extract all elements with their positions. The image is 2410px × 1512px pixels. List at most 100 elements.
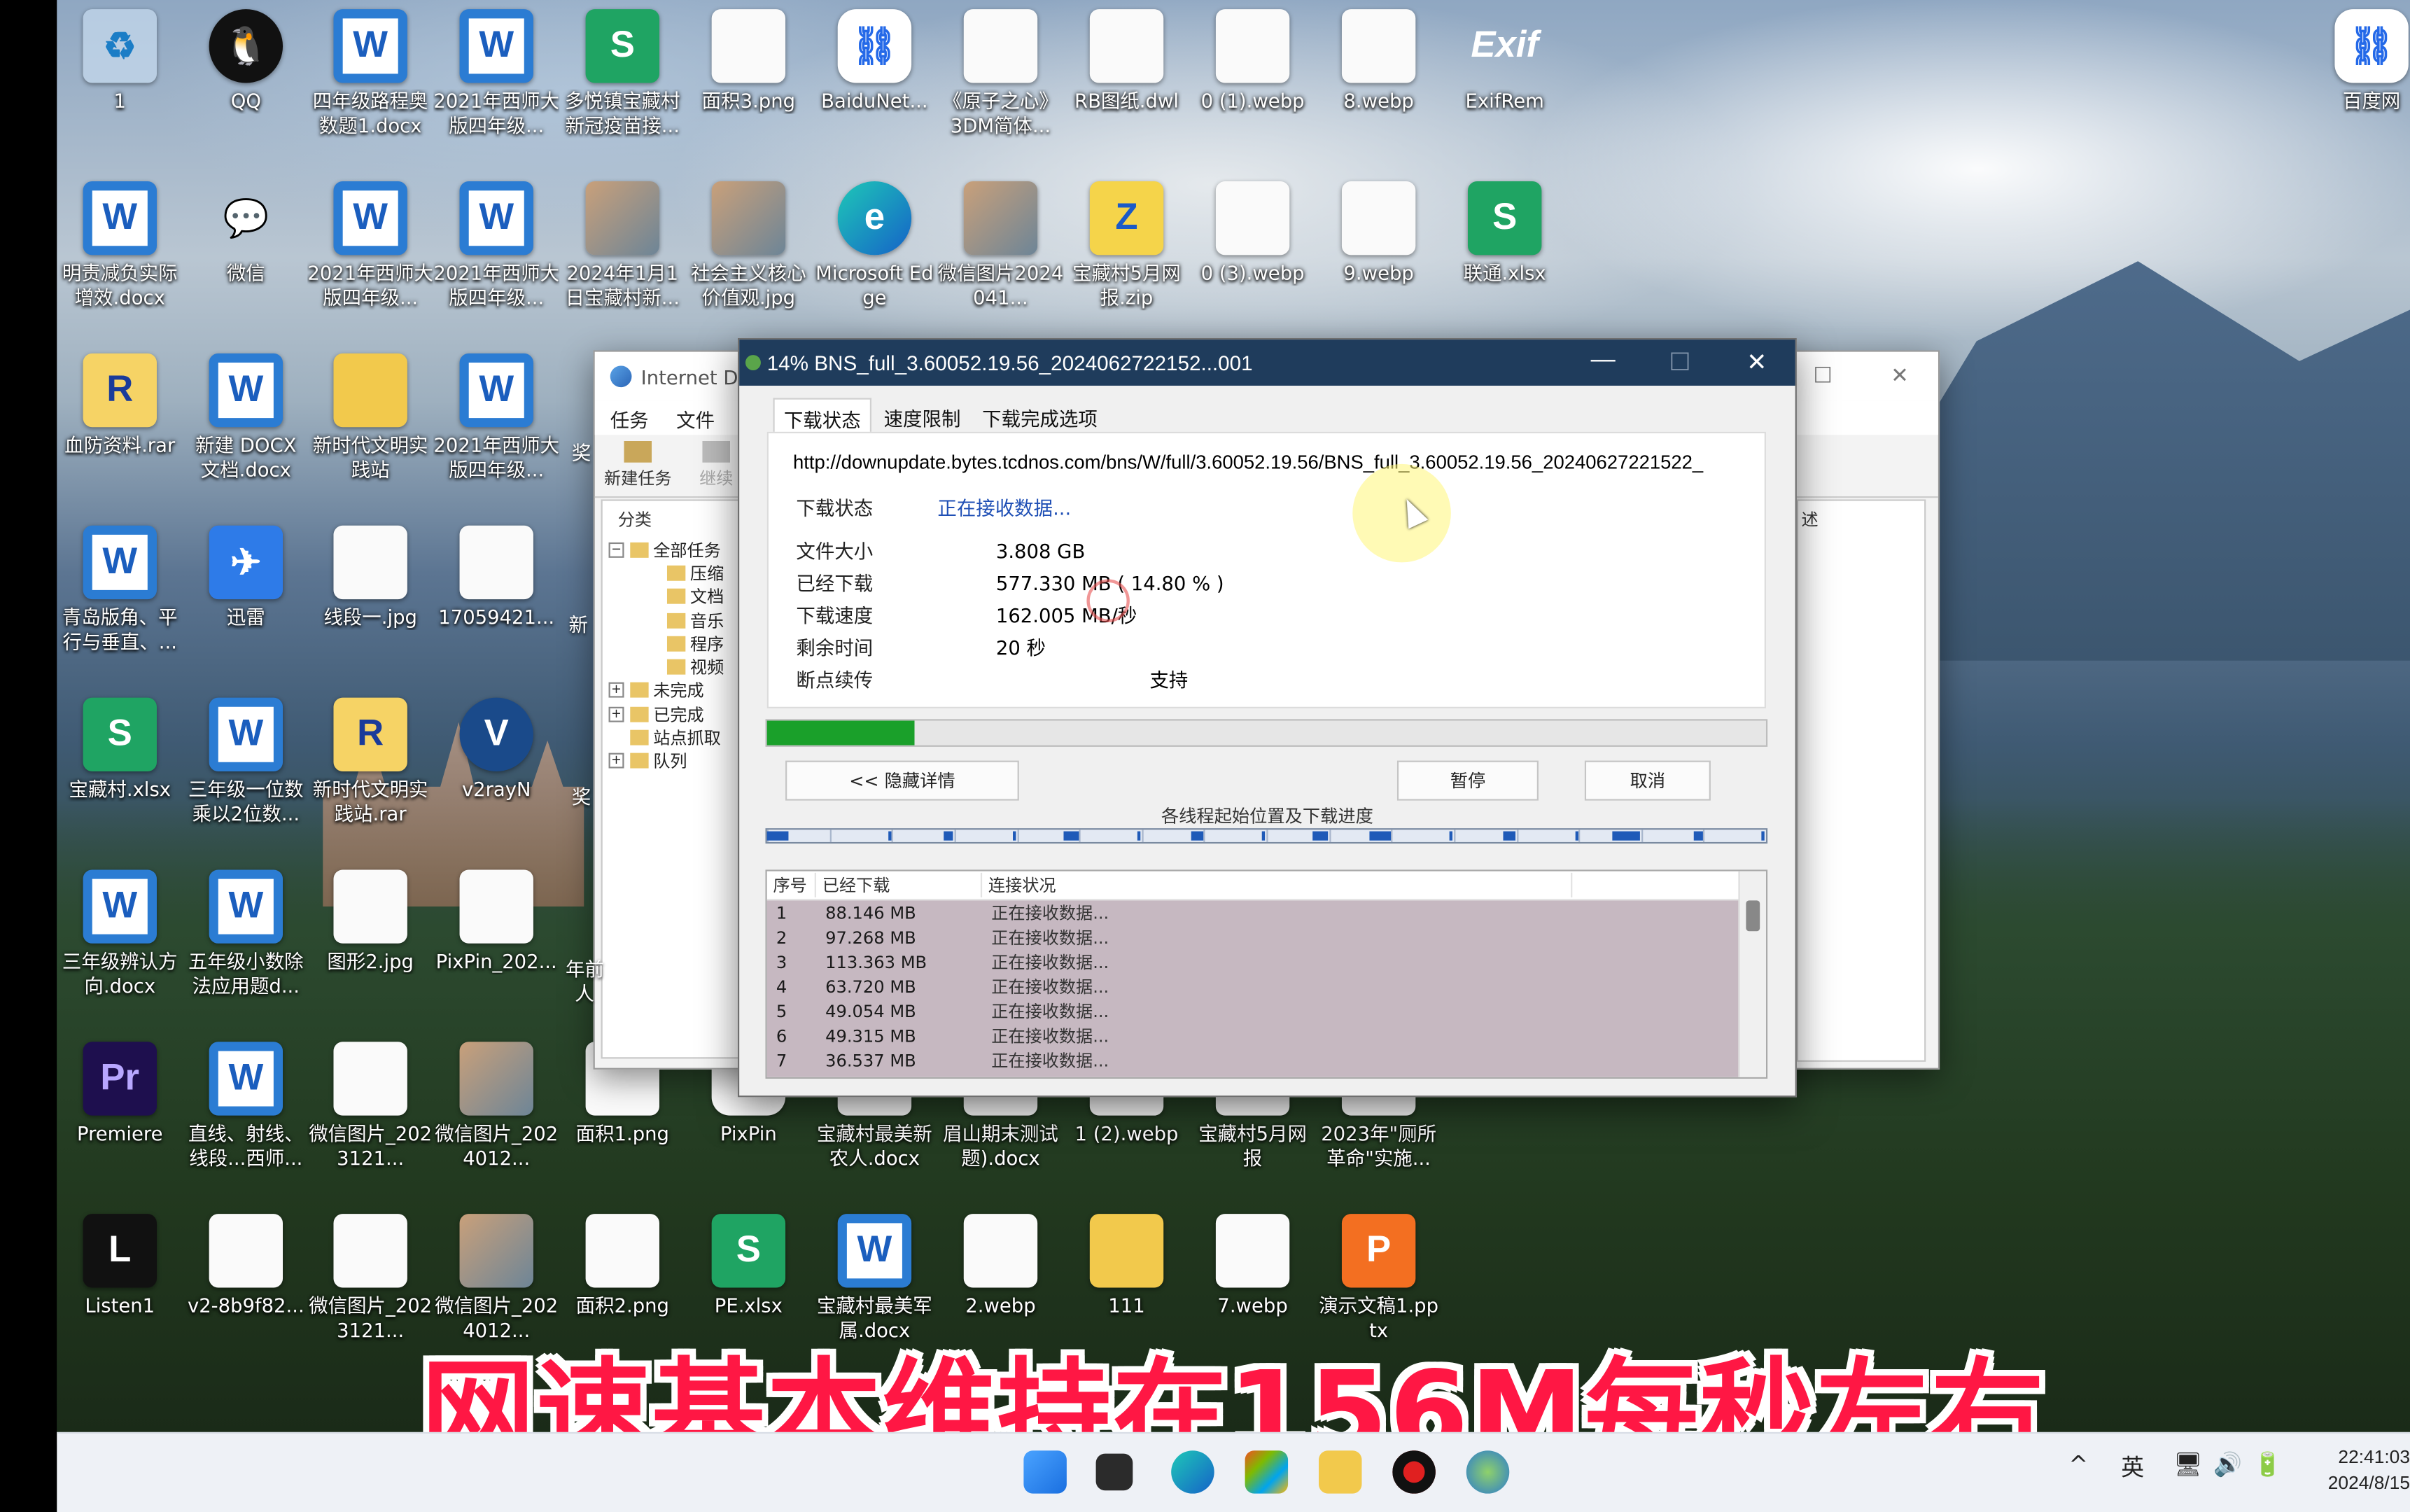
desktop-icon-qq[interactable]: 🐧 QQ [183, 0, 309, 166]
idm-taskbar-icon[interactable] [1466, 1450, 1510, 1494]
desktop-icon-webp1[interactable]: 0 (1).webp [1190, 0, 1316, 166]
col-connection[interactable]: 连接状况 [982, 872, 1573, 897]
new-task-button[interactable]: 新建任务 [604, 440, 672, 490]
desktop-icon-doc8[interactable]: W 2021年西师大版四年级... [433, 344, 559, 510]
resume-button[interactable]: 继续 [699, 440, 733, 490]
battery-icon[interactable]: 🔋 [2253, 1450, 2282, 1478]
desktop-icon-doc10[interactable]: W 三年级一位数乘以2位数... [183, 688, 309, 854]
desktop-icon-xunlei[interactable]: ✈ 迅雷 [183, 517, 309, 682]
desktop-icon-xls1[interactable]: S 多悦镇宝藏村新冠疫苗接... [559, 0, 685, 166]
desktop-icon-png1[interactable]: 面积3.png [685, 0, 811, 166]
desktop-icon-xls3[interactable]: S 宝藏村.xlsx [57, 688, 183, 854]
category-item[interactable]: + 未完成 [603, 679, 744, 703]
input-language[interactable]: 英 [2121, 1450, 2144, 1483]
table-row[interactable]: 4 63.720 MB 正在接收数据... [767, 974, 1739, 999]
expander-icon[interactable]: + [608, 753, 624, 769]
desktop-icon-img4[interactable]: 17059421... [433, 517, 559, 682]
expander-icon[interactable]: − [608, 542, 624, 558]
desktop-icon-zip1[interactable]: Z 宝藏村5月网报.zip [1063, 172, 1189, 338]
desktop-icon-doc7[interactable]: W 新建 DOCX 文档.docx [183, 344, 309, 510]
desktop-icon-img3[interactable]: 微信图片2024041... [937, 172, 1063, 338]
desktop-icon-webp9[interactable]: 9.webp [1316, 172, 1442, 338]
edge-taskbar-icon[interactable] [1171, 1450, 1214, 1494]
desktop-icon-edge[interactable]: e Microsoft Edge [811, 172, 937, 338]
pause-button[interactable]: 暂停 [1396, 760, 1539, 801]
category-item[interactable]: 音乐 [603, 608, 744, 632]
desktop-icon-premiere[interactable]: Pr Premiere [57, 1032, 183, 1198]
table-row[interactable]: 2 97.268 MB 正在接收数据... [767, 925, 1739, 949]
desktop-icon-pixpin1[interactable]: PixPin_202... [433, 860, 559, 1026]
dialog-titlebar[interactable]: 14% BNS_full_3.60052.19.56_2024062722152… [739, 340, 1795, 386]
expander-icon[interactable]: + [608, 706, 624, 722]
menu-tasks[interactable]: 任务 [610, 403, 649, 433]
clock[interactable]: 22:41:03 2024/8/15 [2302, 1444, 2410, 1497]
idm-main-close-icon[interactable]: ✕ [1861, 364, 1938, 388]
desktop-icon-jpg1[interactable]: 线段一.jpg [307, 517, 433, 682]
desktop-icon-recycle[interactable]: ♻ 1 [57, 0, 183, 166]
desktop-icon-webp8[interactable]: 8.webp [1316, 0, 1442, 166]
desktop-icon-img6[interactable]: 微信图片_2024012... [433, 1032, 559, 1198]
category-item[interactable]: − 全部任务 [603, 538, 744, 561]
recorder-icon[interactable] [1392, 1450, 1436, 1494]
desktop-icon-doc13[interactable]: W 直线、射线、线段...西师... [183, 1032, 309, 1198]
network-icon[interactable]: 🖥 [2173, 1450, 2203, 1478]
task-view-icon[interactable] [1095, 1453, 1133, 1491]
category-item[interactable]: 视频 [603, 655, 744, 679]
desktop-icon-xls2[interactable]: S 联通.xlsx [1442, 172, 1568, 338]
category-item[interactable]: 压缩 [603, 561, 744, 585]
desktop-icon-img5[interactable]: 微信图片_2023121... [307, 1032, 433, 1198]
desktop-icon-jpg2[interactable]: 图形2.jpg [307, 860, 433, 1026]
download-progress-dialog[interactable]: 14% BNS_full_3.60052.19.56_2024062722152… [737, 337, 1797, 1098]
desktop-icon-wechat[interactable]: 💬 微信 [183, 172, 309, 338]
desktop-icon-img1[interactable]: 2024年1月1日宝藏村新... [559, 172, 685, 338]
desktop-icon-label: 111 [1108, 1294, 1145, 1317]
desktop-icon-doc9[interactable]: W 青岛版角、平行与垂直、... [57, 517, 183, 682]
desktop-icon-folder1[interactable]: 新时代文明实践站 [307, 344, 433, 510]
desktop-icon-dwl[interactable]: RB图纸.dwl [1063, 0, 1189, 166]
desktop-icon-doc12[interactable]: W 五年级小数除法应用题d... [183, 860, 309, 1026]
menu-file[interactable]: 文件 [676, 403, 715, 433]
minimize-icon[interactable]: — [1564, 347, 1641, 378]
desktop-icon-label: 宝藏村5月网报 [1198, 1121, 1307, 1170]
col-downloaded[interactable]: 已经下载 [816, 872, 983, 897]
desktop-icon-doc3[interactable]: 《原子之心》3DM简体... [937, 0, 1063, 166]
hide-details-button[interactable]: << 隐藏详情 [785, 760, 1019, 801]
scrollbar-thumb[interactable] [1746, 900, 1760, 932]
desktop-icon-doc5[interactable]: W 2021年西师大版四年级... [307, 172, 433, 338]
close-icon[interactable]: ✕ [1718, 347, 1795, 378]
category-item[interactable]: 站点抓取 [603, 726, 744, 750]
table-row[interactable]: 1 88.146 MB 正在接收数据... [767, 900, 1739, 925]
table-row[interactable]: 3 113.363 MB 正在接收数据... [767, 950, 1739, 974]
category-item[interactable]: + 已完成 [603, 702, 744, 726]
desktop-icon-doc4[interactable]: W 明责减负实际增效.docx [57, 172, 183, 338]
start-icon[interactable] [1023, 1450, 1067, 1494]
file-explorer-icon[interactable] [1318, 1450, 1362, 1494]
category-item[interactable]: + 队列 [603, 749, 744, 773]
desktop-icon-label: 迅雷 [226, 605, 265, 629]
desktop-icon-doc11[interactable]: W 三年级辨认方向.docx [57, 860, 183, 1026]
desktop-icon-v2ray[interactable]: Vv2rayN [433, 688, 559, 854]
desktop-icon-baidu2[interactable]: ⛓ 百度网 [2309, 0, 2410, 166]
store-icon[interactable] [1245, 1450, 1289, 1494]
desktop-icon-webp3[interactable]: 0 (3).webp [1190, 172, 1316, 338]
maximize-icon[interactable]: ☐ [1641, 347, 1718, 378]
desktop-icon-rar2[interactable]: R 新时代文明实践站.rar [307, 688, 433, 854]
desktop-icon-img2[interactable]: 社会主义核心价值观.jpg [685, 172, 811, 338]
volume-icon[interactable]: 🔊 [2213, 1450, 2242, 1478]
category-item[interactable]: 文档 [603, 584, 744, 608]
desktop-icon-rar1[interactable]: R 血防资料.rar [57, 344, 183, 510]
table-row[interactable]: 6 49.315 MB 正在接收数据... [767, 1023, 1739, 1048]
col-index[interactable]: 序号 [767, 872, 816, 897]
cancel-button[interactable]: 取消 [1584, 760, 1711, 801]
category-item[interactable]: 程序 [603, 632, 744, 656]
table-row[interactable]: 7 36.537 MB 正在接收数据... [767, 1048, 1739, 1072]
desktop-icon-exif[interactable]: Exif ExifRem [1442, 0, 1568, 166]
desktop-icon-doc2[interactable]: W 2021年西师大版四年级... [433, 0, 559, 166]
desktop-icon-doc6[interactable]: W 2021年西师大版四年级... [433, 172, 559, 338]
expander-icon[interactable]: + [608, 682, 624, 699]
desktop-icon-doc1[interactable]: W 四年级路程奥数题1.docx [307, 0, 433, 166]
tray-chevron-icon[interactable]: ^ [2069, 1450, 2089, 1478]
table-row[interactable]: 5 49.054 MB 正在接收数据... [767, 999, 1739, 1023]
threads-scrollbar[interactable] [1738, 871, 1766, 1077]
desktop-icon-baidu1[interactable]: ⛓ BaiduNet... [811, 0, 937, 166]
